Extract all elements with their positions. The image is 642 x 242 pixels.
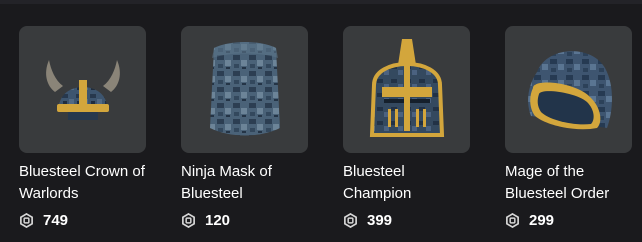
item-card[interactable]: Mage of the Bluesteel Order 299	[505, 26, 632, 229]
item-card[interactable]: Bluesteel Crown of Warlords 749	[19, 26, 146, 229]
item-price: 299	[505, 212, 632, 229]
item-name[interactable]: Mage of the Bluesteel Order	[505, 161, 632, 205]
item-thumbnail[interactable]	[505, 26, 632, 153]
item-price: 399	[343, 212, 470, 229]
item-price: 749	[19, 212, 146, 229]
ninja-mask-image	[209, 41, 280, 135]
item-price-value: 749	[43, 212, 69, 229]
item-thumbnail[interactable]	[181, 26, 308, 153]
robux-icon	[20, 213, 33, 228]
viking-helmet-image	[45, 59, 120, 120]
top-divider	[0, 0, 642, 4]
item-thumbnail[interactable]	[19, 26, 146, 153]
item-price-value: 399	[367, 212, 393, 229]
item-price-value: 120	[205, 212, 231, 229]
item-name[interactable]: Bluesteel Champion	[343, 161, 470, 205]
robux-icon	[344, 213, 357, 228]
knight-helmet-image	[369, 38, 444, 137]
item-thumbnail[interactable]	[343, 26, 470, 153]
robux-icon	[506, 213, 519, 228]
item-price-value: 299	[529, 212, 555, 229]
item-card[interactable]: Bluesteel Champion 399	[343, 26, 470, 229]
item-name[interactable]: Bluesteel Crown of Warlords	[19, 161, 146, 205]
robux-icon	[182, 213, 195, 228]
item-name[interactable]: Ninja Mask of Bluesteel	[181, 161, 308, 205]
item-grid: Bluesteel Crown of Warlords 749 Ninja Ma…	[19, 26, 632, 229]
item-price: 120	[181, 212, 308, 229]
item-card[interactable]: Ninja Mask of Bluesteel 120	[181, 26, 308, 229]
mage-hood-image	[527, 50, 612, 129]
